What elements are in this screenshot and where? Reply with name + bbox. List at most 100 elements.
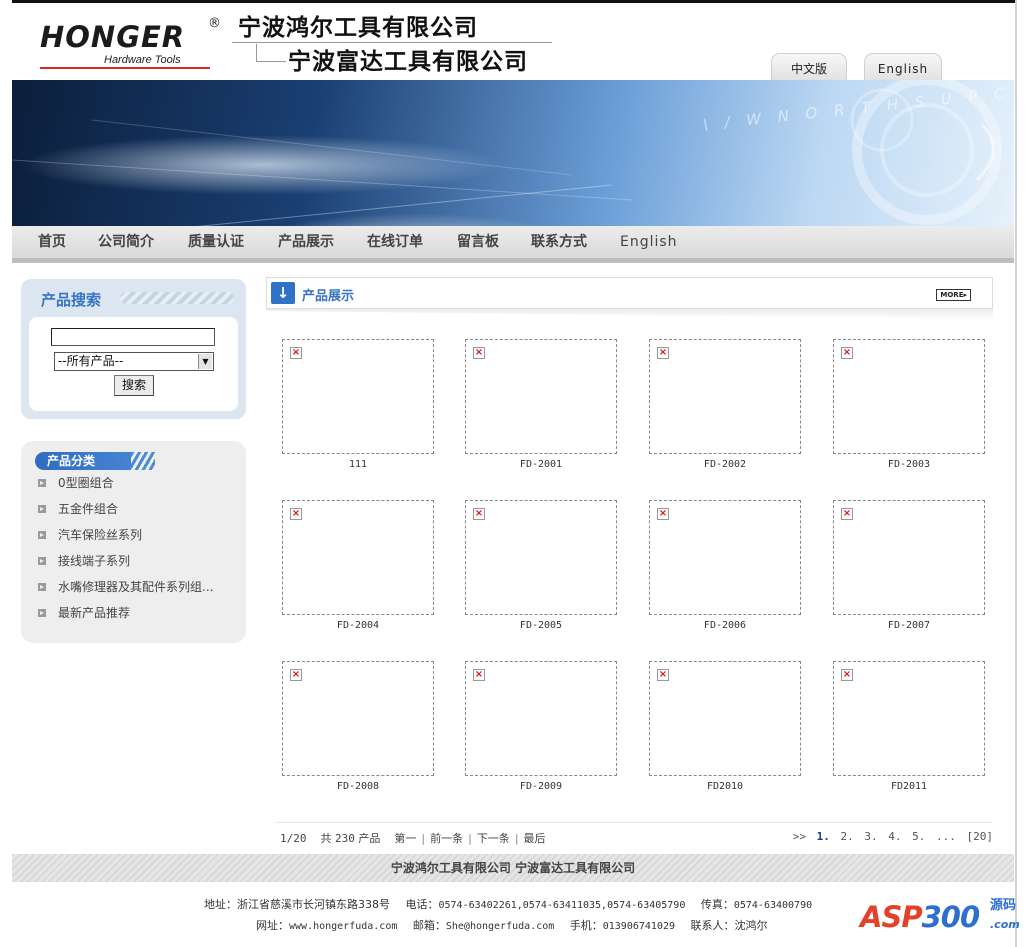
lang-tab-chinese[interactable]: 中文版 (771, 53, 847, 80)
arrow-bullet-icon (38, 478, 46, 487)
product-name[interactable]: 111 (282, 459, 434, 470)
page-link[interactable]: 5. (912, 830, 925, 843)
more-button[interactable]: MORE▸ (936, 289, 971, 301)
broken-image-icon: × (473, 508, 485, 520)
product-image-frame[interactable]: × (465, 500, 617, 615)
nav-about[interactable]: 公司简介 (98, 226, 154, 258)
nav-guestbook[interactable]: 留言板 (457, 226, 499, 258)
page-link[interactable]: 3. (864, 830, 877, 843)
product-image-frame[interactable]: × (833, 339, 985, 454)
product-card[interactable]: × FD-2001 (465, 339, 617, 474)
product-card[interactable]: × FD2011 (833, 661, 985, 796)
product-image-frame[interactable]: × (833, 661, 985, 776)
broken-image-icon: × (841, 508, 853, 520)
title-stripes (131, 452, 155, 470)
product-image-frame[interactable]: × (649, 500, 801, 615)
product-name[interactable]: FD-2002 (649, 459, 801, 470)
product-name[interactable]: FD-2003 (833, 459, 985, 470)
product-card[interactable]: × FD-2006 (649, 500, 801, 635)
search-button[interactable]: 搜索 (114, 375, 154, 396)
nav-quality[interactable]: 质量认证 (188, 226, 244, 258)
product-name[interactable]: FD-2008 (282, 781, 434, 792)
pager-last-link[interactable]: 最后 (524, 832, 546, 845)
product-image-frame[interactable]: × (282, 661, 434, 776)
product-card[interactable]: × FD-2005 (465, 500, 617, 635)
chevron-down-icon[interactable]: ▼ (198, 354, 212, 369)
honger-logo[interactable]: HONGER ® Hardware Tools (40, 16, 225, 72)
category-item[interactable]: 汽车保险丝系列 (38, 527, 142, 543)
search-input[interactable] (51, 328, 215, 346)
category-item[interactable]: 0型圈组合 (38, 475, 114, 491)
email-label: 邮箱： (412, 919, 446, 932)
page-number-list: >> 1. 2. 3. 4. 5. ... [20] (789, 830, 993, 843)
top-border (12, 0, 1015, 3)
category-select[interactable]: --所有产品-- ▼ (54, 352, 214, 371)
pager-total-prefix: 共 (320, 832, 332, 845)
pager-first-link[interactable]: 第一 (394, 832, 416, 845)
nav-contact[interactable]: 联系方式 (531, 226, 587, 258)
product-name[interactable]: FD-2004 (282, 620, 434, 631)
product-card[interactable]: × FD-2007 (833, 500, 985, 635)
nav-english[interactable]: English (620, 226, 678, 258)
category-item[interactable]: 水嘴修理器及其配件系列组... (38, 579, 213, 595)
arrow-bullet-icon (38, 504, 46, 513)
category-item[interactable]: 最新产品推荐 (38, 605, 130, 621)
product-image-frame[interactable]: × (282, 339, 434, 454)
product-name[interactable]: FD2010 (649, 781, 801, 792)
web-label: 网址： (256, 919, 289, 932)
category-item[interactable]: 接线端子系列 (38, 553, 130, 569)
product-image-frame[interactable]: × (649, 339, 801, 454)
watermark-side-text: 源码 (990, 898, 1017, 913)
company-name-1: 宁波鸿尔工具有限公司 (238, 14, 478, 41)
arrow-bullet-icon (38, 608, 46, 617)
mobile-value: 013906741029 (602, 921, 675, 932)
product-card[interactable]: × 111 (282, 339, 434, 474)
company-bracket-foot (256, 61, 286, 62)
nav-home[interactable]: 首页 (38, 226, 66, 258)
nav-order[interactable]: 在线订单 (367, 226, 423, 258)
footer-company-bar: 宁波鸿尔工具有限公司 宁波富达工具有限公司 (12, 854, 1014, 882)
pager-prev-link[interactable]: 前一条 (430, 832, 463, 845)
product-image-frame[interactable]: × (649, 661, 801, 776)
product-name[interactable]: FD-2009 (465, 781, 617, 792)
product-name[interactable]: FD-2007 (833, 620, 985, 631)
product-image-frame[interactable]: × (833, 500, 985, 615)
product-card[interactable]: × FD-2008 (282, 661, 434, 796)
product-category-panel: 产品分类 0型圈组合 五金件组合 汽车保险丝系列 接线端子系列 水嘴修理器及其配… (21, 441, 246, 643)
lang-tab-english[interactable]: English (864, 53, 942, 80)
product-image-frame[interactable]: × (282, 500, 434, 615)
nav-products[interactable]: 产品展示 (278, 226, 334, 258)
footer-contact-line-2: 网址：www.hongerfuda.com 邮箱：She@hongerfuda.… (256, 917, 768, 933)
address-value: 浙江省慈溪市长河镇东路338号 (237, 898, 390, 911)
product-name[interactable]: FD-2005 (465, 620, 617, 631)
broken-image-icon: × (657, 669, 669, 681)
pager-position: 1/20 (280, 832, 307, 845)
product-name[interactable]: FD-2001 (465, 459, 617, 470)
pager-total-suffix: 产品 (358, 832, 381, 845)
products-section-title: 产品展示 (302, 289, 355, 304)
product-name[interactable]: FD-2006 (649, 620, 801, 631)
product-card[interactable]: × FD-2004 (282, 500, 434, 635)
logo-text: HONGER (40, 20, 186, 54)
broken-image-icon: × (841, 669, 853, 681)
email-link[interactable]: She@hongerfuda.com (446, 921, 554, 932)
pager-separator: | (514, 832, 519, 845)
pager-next-link[interactable]: 下一条 (477, 832, 510, 845)
web-link[interactable]: www.hongerfuda.com (289, 921, 397, 932)
product-image-frame[interactable]: × (465, 661, 617, 776)
product-search-panel: 产品搜索 --所有产品-- ▼ 搜索 (21, 279, 246, 419)
product-card[interactable]: × FD-2009 (465, 661, 617, 796)
page-link[interactable]: 4. (888, 830, 901, 843)
company-name-2: 宁波富达工具有限公司 (288, 48, 528, 75)
page-link[interactable]: 2. (841, 830, 854, 843)
product-card[interactable]: × FD2010 (649, 661, 801, 796)
page-link-last[interactable]: [20] (967, 830, 994, 843)
product-card[interactable]: × FD-2002 (649, 339, 801, 474)
product-image-frame[interactable]: × (465, 339, 617, 454)
product-card[interactable]: × FD-2003 (833, 339, 985, 474)
pager-total-count: 230 (335, 832, 355, 845)
product-name[interactable]: FD2011 (833, 781, 985, 792)
arrow-bullet-icon (38, 556, 46, 565)
pager-info: 1/20 共 230 产品 第一 | 前一条 | 下一条 | 最后 (280, 830, 546, 846)
category-item[interactable]: 五金件组合 (38, 501, 118, 517)
